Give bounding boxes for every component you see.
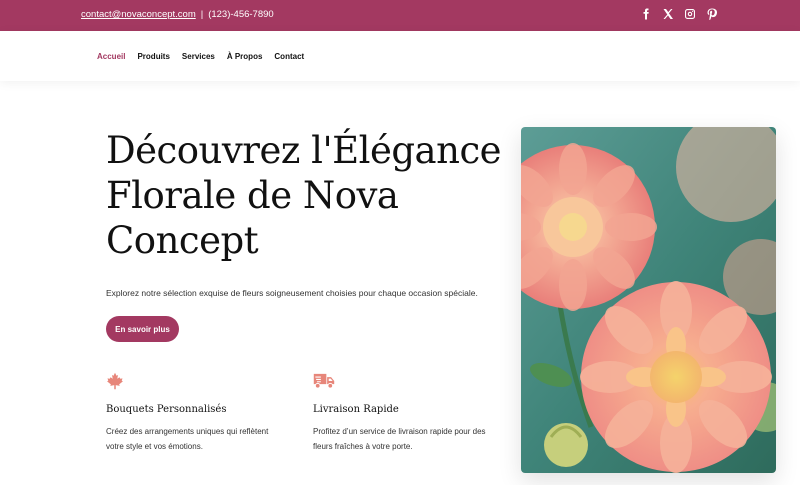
maple-leaf-icon	[106, 372, 124, 390]
pinterest-icon[interactable]	[706, 8, 718, 20]
nav-item-services[interactable]: Services	[182, 52, 215, 61]
feature-bouquets: Bouquets Personnalisés Créez des arrange…	[106, 372, 286, 454]
feature-text: Profitez d’un service de livraison rapid…	[313, 427, 486, 451]
main-nav: Accueil Produits Services À Propos Conta…	[97, 52, 304, 61]
phone-number: (123)-456-7890	[208, 9, 274, 20]
feature-title: Bouquets Personnalisés	[106, 404, 227, 415]
feature-livraison: Livraison Rapide Profitez d’un service d…	[313, 372, 493, 454]
nav-item-produits[interactable]: Produits	[137, 52, 169, 61]
delivery-truck-icon	[313, 372, 335, 390]
email-link[interactable]: contact@novaconcept.com	[81, 9, 196, 20]
feature-text: Créez des arrangements uniques qui reflè…	[106, 427, 269, 451]
contact-info: contact@novaconcept.com | (123)-456-7890	[81, 9, 274, 20]
top-bar: contact@novaconcept.com | (123)-456-7890	[0, 0, 800, 31]
dahlia-main	[580, 281, 772, 473]
hero-lead: Explorez notre sélection exquise de fleu…	[106, 288, 478, 298]
learn-more-button[interactable]: En savoir plus	[106, 316, 179, 342]
hero-title: Découvrez l'Élégance Florale de Nova Con…	[106, 129, 502, 262]
social-links	[640, 8, 718, 20]
main-navbar: Accueil Produits Services À Propos Conta…	[0, 31, 800, 81]
instagram-icon[interactable]	[684, 8, 696, 20]
hero-flower-image	[521, 127, 776, 473]
nav-item-accueil[interactable]: Accueil	[97, 52, 125, 61]
contact-separator: |	[200, 9, 204, 20]
facebook-icon[interactable]	[640, 8, 652, 20]
nav-item-a-propos[interactable]: À Propos	[227, 52, 263, 61]
feature-title: Livraison Rapide	[313, 404, 399, 415]
x-icon[interactable]	[662, 8, 674, 20]
nav-item-contact[interactable]: Contact	[274, 52, 304, 61]
